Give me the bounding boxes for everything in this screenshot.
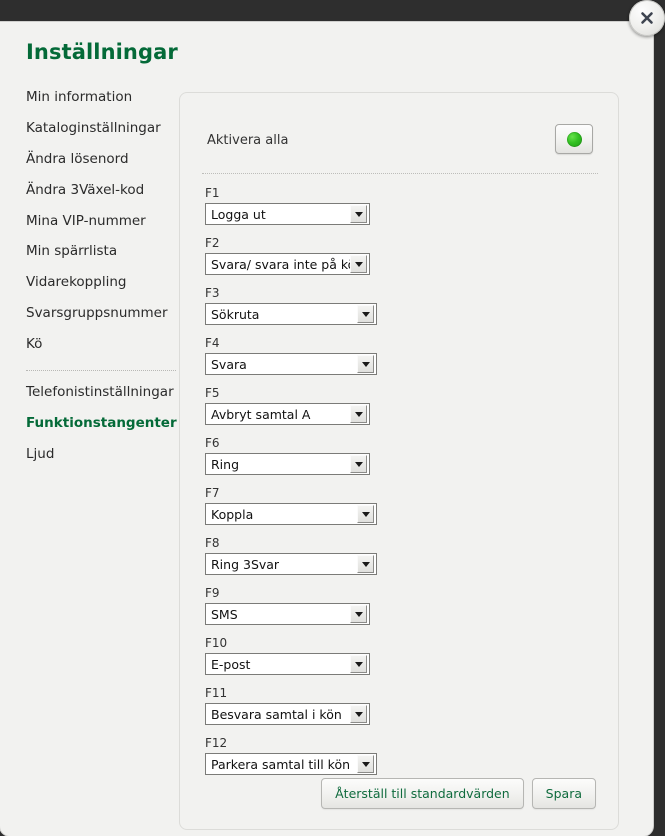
sidebar-item-ndra-l-senord[interactable]: Ändra lösenord — [26, 144, 176, 175]
activate-all-toggle[interactable] — [555, 124, 593, 154]
chevron-down-icon[interactable] — [350, 205, 367, 223]
chevron-down-icon[interactable] — [357, 305, 374, 323]
function-key-row: F6 Ring — [205, 436, 595, 486]
function-key-label: F8 — [205, 536, 220, 550]
chevron-down-icon[interactable] — [350, 605, 367, 623]
chevron-down-icon[interactable] — [357, 755, 374, 773]
sidebar-item-funktionstangenter[interactable]: Funktionstangenter — [26, 408, 177, 439]
function-key-label: F7 — [205, 486, 220, 500]
function-key-label: F10 — [205, 636, 228, 650]
footer-actions: Återställ till standardvärden Spara — [321, 778, 596, 809]
function-key-row: F11 Besvara samtal i kön — [205, 686, 595, 736]
function-key-list: F1 Logga ut F2 Svara/ svara inte på kö F3 Sök… — [205, 186, 595, 786]
function-key-select-f3[interactable]: Sökruta — [205, 303, 377, 325]
status-dot-icon — [566, 131, 582, 147]
sidebar-item-svarsgruppsnummer[interactable]: Svarsgruppsnummer — [26, 298, 176, 329]
function-key-select-f1[interactable]: Logga ut — [205, 203, 370, 225]
reset-defaults-button[interactable]: Återställ till standardvärden — [321, 778, 524, 809]
function-key-select-f5[interactable]: Avbryt samtal A — [205, 403, 370, 425]
function-key-label: F6 — [205, 436, 220, 450]
function-key-value: Koppla — [211, 506, 254, 522]
sidebar-item-min-information[interactable]: Min information — [26, 82, 176, 113]
activate-all-row: Aktivera alla — [180, 93, 618, 167]
chevron-down-icon[interactable] — [357, 555, 374, 573]
function-key-select-f10[interactable]: E-post — [205, 653, 370, 675]
function-key-select-f7[interactable]: Koppla — [205, 503, 377, 525]
function-key-row: F3 Sökruta — [205, 286, 595, 336]
function-key-value: SMS — [211, 606, 238, 622]
function-key-label: F3 — [205, 286, 220, 300]
function-key-row: F1 Logga ut — [205, 186, 595, 236]
function-keys-panel: Aktivera alla F1 Logga ut F2 Svara/ svara i… — [179, 92, 619, 830]
close-button[interactable] — [629, 0, 665, 36]
chevron-down-icon[interactable] — [357, 355, 374, 373]
function-key-label: F12 — [205, 736, 228, 750]
function-key-value: Logga ut — [211, 206, 266, 222]
chevron-down-icon[interactable] — [350, 405, 367, 423]
function-key-select-f11[interactable]: Besvara samtal i kön — [205, 703, 370, 725]
sidebar-item-min-sp-rrlista[interactable]: Min spärrlista — [26, 236, 176, 267]
sidebar-item-vidarekoppling[interactable]: Vidarekoppling — [26, 267, 176, 298]
function-key-select-f8[interactable]: Ring 3Svar — [205, 553, 377, 575]
function-key-select-f4[interactable]: Svara — [205, 353, 377, 375]
page-title: Inställningar — [26, 40, 178, 64]
chevron-down-icon[interactable] — [350, 705, 367, 723]
chevron-down-icon[interactable] — [350, 455, 367, 473]
function-key-value: Ring — [211, 456, 240, 472]
activate-all-label: Aktivera alla — [207, 133, 289, 148]
function-key-value: Sökruta — [211, 306, 260, 322]
function-key-value: Svara — [211, 356, 247, 372]
function-key-label: F2 — [205, 236, 220, 250]
function-key-label: F1 — [205, 186, 220, 200]
function-key-label: F5 — [205, 386, 220, 400]
sidebar-item-kataloginst-llningar[interactable]: Kataloginställningar — [26, 113, 176, 144]
save-button[interactable]: Spara — [531, 778, 596, 809]
function-key-label: F9 — [205, 586, 220, 600]
function-key-select-f2[interactable]: Svara/ svara inte på kö — [205, 253, 370, 275]
function-key-label: F11 — [205, 686, 228, 700]
chevron-down-icon[interactable] — [350, 255, 367, 273]
sidebar-item-mina-vip-nummer[interactable]: Mina VIP-nummer — [26, 206, 176, 237]
function-key-row: F5 Avbryt samtal A — [205, 386, 595, 436]
sidebar: Min information Kataloginställningar Ändra… — [26, 82, 177, 470]
settings-dialog: Inställningar Min information Kataloginst… — [0, 22, 653, 836]
function-key-row: F2 Svara/ svara inte på kö — [205, 236, 595, 286]
function-key-value: Besvara samtal i kön — [211, 706, 342, 722]
function-key-select-f9[interactable]: SMS — [205, 603, 370, 625]
function-key-value: E-post — [211, 656, 251, 672]
function-key-row: F4 Svara — [205, 336, 595, 386]
chevron-down-icon[interactable] — [357, 505, 374, 523]
function-key-select-f6[interactable]: Ring — [205, 453, 370, 475]
sidebar-item-k[interactable]: Kö — [26, 329, 176, 360]
function-key-value: Ring 3Svar — [211, 556, 280, 572]
function-key-row: F8 Ring 3Svar — [205, 536, 595, 586]
sidebar-divider — [26, 369, 176, 371]
function-key-select-f12[interactable]: Parkera samtal till kön — [205, 753, 377, 775]
chevron-down-icon[interactable] — [350, 655, 367, 673]
function-key-label: F4 — [205, 336, 220, 350]
sidebar-item-telefonistinst-llningar[interactable]: Telefonistinställningar — [26, 377, 176, 408]
function-key-value: Avbryt samtal A — [211, 406, 311, 422]
function-key-row: F9 SMS — [205, 586, 595, 636]
function-key-value: Svara/ svara inte på kö — [211, 256, 350, 272]
sidebar-item-ljud[interactable]: Ljud — [26, 439, 176, 470]
panel-divider — [202, 173, 598, 174]
function-key-value: Parkera samtal till kön — [211, 756, 351, 772]
function-key-row: F7 Koppla — [205, 486, 595, 536]
close-icon — [641, 12, 653, 24]
sidebar-item-ndra-3v-xel-kod[interactable]: Ändra 3Växel-kod — [26, 175, 176, 206]
function-key-row: F10 E-post — [205, 636, 595, 686]
